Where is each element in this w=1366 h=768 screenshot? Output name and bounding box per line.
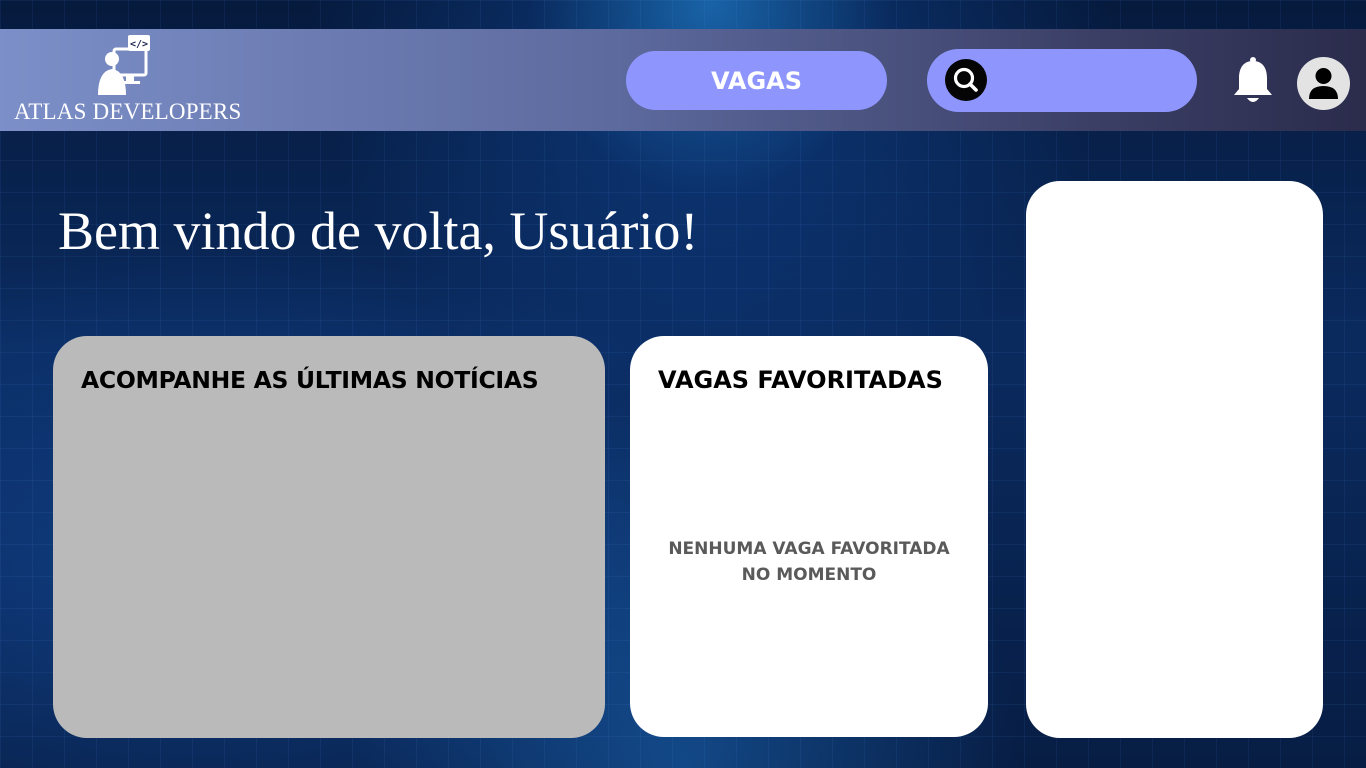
user-avatar[interactable] — [1297, 57, 1350, 110]
user-avatar-icon — [1309, 68, 1338, 99]
search-input[interactable] — [997, 61, 1181, 101]
favorite-jobs-title: VAGAS FAVORITADAS — [658, 366, 943, 394]
vagas-nav-button[interactable]: VAGAS — [626, 51, 887, 110]
brand-logo[interactable]: </> ATLAS DEVELOPERS — [14, 35, 242, 127]
empty-message-line-1: NENHUMA VAGA FAVORITADA — [668, 539, 950, 559]
welcome-heading: Bem vindo de volta, Usuário! — [58, 201, 699, 261]
news-card-title: ACOMPANHE AS ÚLTIMAS NOTÍCIAS — [81, 366, 539, 394]
empty-message-line-2: NO MOMENTO — [741, 565, 877, 585]
news-card: ACOMPANHE AS ÚLTIMAS NOTÍCIAS — [53, 336, 605, 738]
favorite-jobs-empty-message: NENHUMA VAGA FAVORITADA NO MOMENTO — [650, 536, 968, 588]
brand-name: ATLAS DEVELOPERS — [14, 99, 242, 124]
bell-icon[interactable] — [1232, 56, 1274, 106]
code-badge-text: </> — [130, 39, 148, 50]
side-panel — [1026, 181, 1323, 738]
favorite-jobs-card: VAGAS FAVORITADAS NENHUMA VAGA FAVORITAD… — [630, 336, 988, 737]
developer-workstation-icon: </> — [98, 35, 150, 95]
search-icon[interactable] — [945, 59, 987, 101]
top-navbar: </> ATLAS DEVELOPERS VAGAS — [0, 29, 1366, 131]
search-bar[interactable] — [927, 49, 1197, 112]
